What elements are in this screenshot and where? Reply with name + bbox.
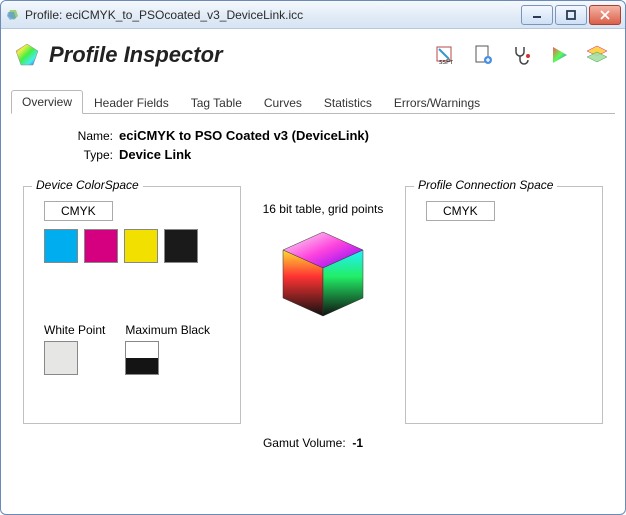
app-icon [13,41,41,69]
gamut-value: -1 [352,436,363,450]
table-info-label: 16 bit table, grid points [263,202,384,216]
minimize-button[interactable] [521,5,553,25]
swatch-yellow [124,229,158,263]
pcs-model-box: CMYK [426,201,495,221]
max-black-label: Maximum Black [125,323,210,337]
device-model-box: CMYK [44,201,113,221]
gamut-label: Gamut Volume: [263,436,346,450]
tab-bar: Overview Header Fields Tag Table Curves … [11,89,615,114]
panels-row: Device ColorSpace CMYK White Point Maxim… [23,180,603,424]
center-column: 16 bit table, grid points [251,180,395,322]
window-frame: Profile: eciCMYK_to_PSOcoated_v3_DeviceL… [0,0,626,515]
window-title: Profile: eciCMYK_to_PSOcoated_v3_DeviceL… [25,8,521,22]
swatch-black [164,229,198,263]
tool-play-icon[interactable] [543,39,575,71]
swatch-cyan [44,229,78,263]
swatch-magenta [84,229,118,263]
device-colorspace-legend: Device ColorSpace [32,178,143,192]
swatch-white-point [44,341,78,375]
max-black-col: Maximum Black [125,323,210,375]
info-row-type: Type: Device Link [63,147,603,162]
tool-stethoscope-icon[interactable] [505,39,537,71]
type-label: Type: [63,148,113,162]
app-title: Profile Inspector [49,42,223,68]
pcs-group: Profile Connection Space CMYK [405,186,603,424]
app-header: Profile Inspector ssPr [1,29,625,77]
window-controls [521,5,621,25]
cmyk-swatch-row [44,229,230,263]
max-black-top [126,342,158,358]
tool-ss-pr-icon[interactable]: ssPr [429,39,461,71]
type-value: Device Link [119,147,191,162]
max-black-bottom [126,358,158,374]
name-value: eciCMYK to PSO Coated v3 (DeviceLink) [119,128,369,143]
maximize-button[interactable] [555,5,587,25]
toolbar: ssPr [429,39,613,71]
tool-layers-icon[interactable] [581,39,613,71]
device-colorspace-group: Device ColorSpace CMYK White Point Maxim… [23,186,241,424]
gamut-volume-row: Gamut Volume: -1 [23,436,603,450]
swatch-max-black [125,341,159,375]
tab-errors-warnings[interactable]: Errors/Warnings [383,91,491,114]
tab-header-fields[interactable]: Header Fields [83,91,180,114]
info-row-name: Name: eciCMYK to PSO Coated v3 (DeviceLi… [63,128,603,143]
white-point-col: White Point [44,323,105,375]
tab-curves[interactable]: Curves [253,91,313,114]
close-button[interactable] [589,5,621,25]
pcs-legend: Profile Connection Space [414,178,557,192]
window-icon [5,7,21,23]
tab-overview[interactable]: Overview [11,90,83,114]
wp-mb-row: White Point Maximum Black [44,323,230,375]
titlebar[interactable]: Profile: eciCMYK_to_PSOcoated_v3_DeviceL… [1,1,625,29]
tab-content: Name: eciCMYK to PSO Coated v3 (DeviceLi… [1,114,625,450]
name-label: Name: [63,129,113,143]
tab-tag-table[interactable]: Tag Table [180,91,253,114]
svg-text:ssPr: ssPr [439,59,454,66]
tool-document-icon[interactable] [467,39,499,71]
tab-statistics[interactable]: Statistics [313,91,383,114]
color-cube-icon [275,226,371,322]
white-point-label: White Point [44,323,105,337]
